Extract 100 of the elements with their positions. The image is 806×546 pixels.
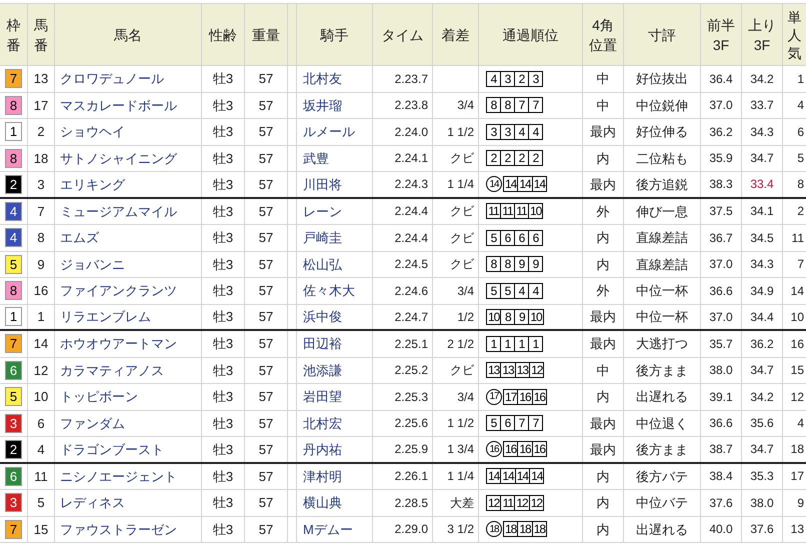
frame-badge: 3 bbox=[5, 493, 22, 512]
column-header: 前半 3F bbox=[707, 16, 735, 54]
sex-age: 牡3 bbox=[212, 176, 234, 194]
boxed-position: 7 bbox=[528, 97, 543, 114]
horse-name-link[interactable]: マスカレードボール bbox=[60, 96, 177, 115]
jockey-link[interactable]: 武豊 bbox=[303, 148, 329, 168]
corner-position: 最内 bbox=[590, 440, 616, 458]
jockey-link[interactable]: 浜中俊 bbox=[303, 307, 342, 326]
finish-time: 2.24.0 bbox=[394, 124, 428, 141]
popularity: 5 bbox=[797, 150, 804, 168]
boxed-position: 1 bbox=[528, 336, 543, 352]
weight: 57 bbox=[258, 414, 274, 432]
weight: 57 bbox=[258, 229, 274, 247]
short-comment: 中位鋭伸 bbox=[636, 96, 688, 114]
jockey-link[interactable]: 北村宏 bbox=[303, 414, 342, 433]
boxed-position: 5 bbox=[486, 415, 501, 432]
horse-name-link[interactable]: クロワデュノール bbox=[60, 69, 164, 88]
frame-badge: 5 bbox=[5, 387, 22, 406]
horse-name-link[interactable]: ジョバンニ bbox=[60, 254, 125, 274]
horse-number: 9 bbox=[37, 256, 45, 274]
popularity: 10 bbox=[790, 308, 804, 326]
corner-position: 内 bbox=[596, 229, 610, 247]
boxed-position: 14 bbox=[486, 468, 502, 484]
weight: 57 bbox=[258, 176, 274, 194]
jockey-link[interactable]: 佐々木大 bbox=[303, 281, 355, 300]
boxed-position: 5 bbox=[500, 282, 515, 299]
popularity: 9 bbox=[797, 494, 804, 512]
horse-name-link[interactable]: エリキング bbox=[60, 174, 125, 194]
jockey-link[interactable]: レーン bbox=[303, 202, 342, 221]
frame-badge: 4 bbox=[5, 202, 22, 221]
short-comment: 出遅れる bbox=[636, 520, 688, 538]
horse-name-link[interactable]: ドラゴンブースト bbox=[60, 440, 164, 459]
column-header: 上り 3F bbox=[748, 16, 776, 54]
first-3f: 36.4 bbox=[709, 70, 733, 88]
horse-name-link[interactable]: ホウオウアートマン bbox=[60, 334, 177, 354]
horse-name-link[interactable]: トッピボーン bbox=[60, 387, 138, 406]
horse-name-link[interactable]: ショウヘイ bbox=[60, 122, 125, 142]
horse-name-link[interactable]: ファイアンクランツ bbox=[60, 281, 177, 300]
horse-number: 14 bbox=[34, 335, 48, 353]
sex-age: 牡3 bbox=[212, 362, 234, 380]
first-3f: 36.6 bbox=[709, 415, 733, 432]
finish-time: 2.23.8 bbox=[394, 97, 428, 114]
last-3f: 35.3 bbox=[750, 468, 774, 486]
horse-name-link[interactable]: ニシノエージェント bbox=[60, 466, 177, 486]
jockey-link[interactable]: 津村明 bbox=[303, 466, 342, 486]
column-header: 馬名 bbox=[114, 26, 142, 44]
horse-name-link[interactable]: ファンダム bbox=[60, 414, 125, 433]
frame-badge: 8 bbox=[5, 148, 22, 168]
short-comment: 好位抜出 bbox=[636, 70, 688, 88]
boxed-position: 13 bbox=[514, 362, 530, 378]
horse-name-link[interactable]: エムズ bbox=[60, 228, 99, 248]
first-3f: 36.6 bbox=[709, 282, 733, 300]
corner-position: 最内 bbox=[590, 335, 616, 353]
boxed-position: 14 bbox=[514, 468, 530, 484]
last-3f: 35.6 bbox=[750, 415, 774, 432]
jockey-link[interactable]: 横山典 bbox=[303, 493, 342, 512]
first-3f: 39.1 bbox=[709, 388, 733, 406]
weight: 57 bbox=[258, 362, 274, 380]
finish-time: 2.24.3 bbox=[394, 176, 428, 194]
finish-time: 2.29.0 bbox=[394, 521, 428, 538]
corner-position: 中 bbox=[596, 362, 610, 380]
horse-name-link[interactable]: サトノシャイニング bbox=[60, 148, 177, 168]
margin: 1 3/4 bbox=[447, 441, 474, 458]
horse-name-link[interactable]: リラエンブレム bbox=[60, 307, 151, 326]
margin: クビ bbox=[450, 362, 474, 380]
first-3f: 36.7 bbox=[709, 230, 733, 247]
horse-name-link[interactable]: カラマティアノス bbox=[60, 360, 164, 380]
jockey-link[interactable]: 岩田望 bbox=[303, 387, 342, 406]
sex-age: 牡3 bbox=[212, 150, 234, 168]
column-header: 性齢 bbox=[209, 26, 237, 44]
last-3f: 38.0 bbox=[750, 494, 774, 512]
horse-name-link[interactable]: レディネス bbox=[60, 493, 125, 512]
margin: 1 1/2 bbox=[447, 124, 474, 141]
first-3f: 37.0 bbox=[709, 97, 733, 114]
jockey-link[interactable]: 北村友 bbox=[303, 69, 342, 88]
jockey-link[interactable]: 丹内祐 bbox=[303, 440, 342, 459]
jockey-link[interactable]: 戸崎圭 bbox=[303, 228, 342, 248]
column-header: 寸評 bbox=[648, 26, 676, 44]
sex-age: 牡3 bbox=[212, 282, 234, 300]
jockey-link[interactable]: Mデムー bbox=[303, 520, 353, 539]
finish-time: 2.24.6 bbox=[394, 282, 428, 300]
boxed-position: 12 bbox=[486, 494, 502, 511]
jockey-link[interactable]: 池添謙 bbox=[303, 360, 342, 380]
jockey-link[interactable]: 松山弘 bbox=[303, 254, 342, 274]
jockey-link[interactable]: 川田将 bbox=[303, 174, 342, 194]
horse-name-link[interactable]: ファウストラーゼン bbox=[60, 520, 177, 539]
sex-age: 牡3 bbox=[212, 440, 234, 458]
jockey-link[interactable]: 坂井瑠 bbox=[303, 96, 342, 115]
horse-name-link[interactable]: ミュージアムマイル bbox=[60, 202, 177, 221]
last-3f: 34.2 bbox=[750, 388, 774, 406]
boxed-position: 9 bbox=[528, 256, 543, 272]
jockey-link[interactable]: ルメール bbox=[303, 122, 355, 142]
boxed-position: 16 bbox=[517, 388, 533, 405]
horse-number: 5 bbox=[37, 494, 45, 512]
boxed-position: 3 bbox=[528, 70, 543, 87]
jockey-link[interactable]: 田辺裕 bbox=[303, 334, 342, 354]
horse-number: 10 bbox=[34, 388, 48, 406]
boxed-position: 18 bbox=[532, 521, 548, 538]
boxed-position: 16 bbox=[532, 388, 548, 405]
last-3f: 34.3 bbox=[750, 256, 774, 274]
